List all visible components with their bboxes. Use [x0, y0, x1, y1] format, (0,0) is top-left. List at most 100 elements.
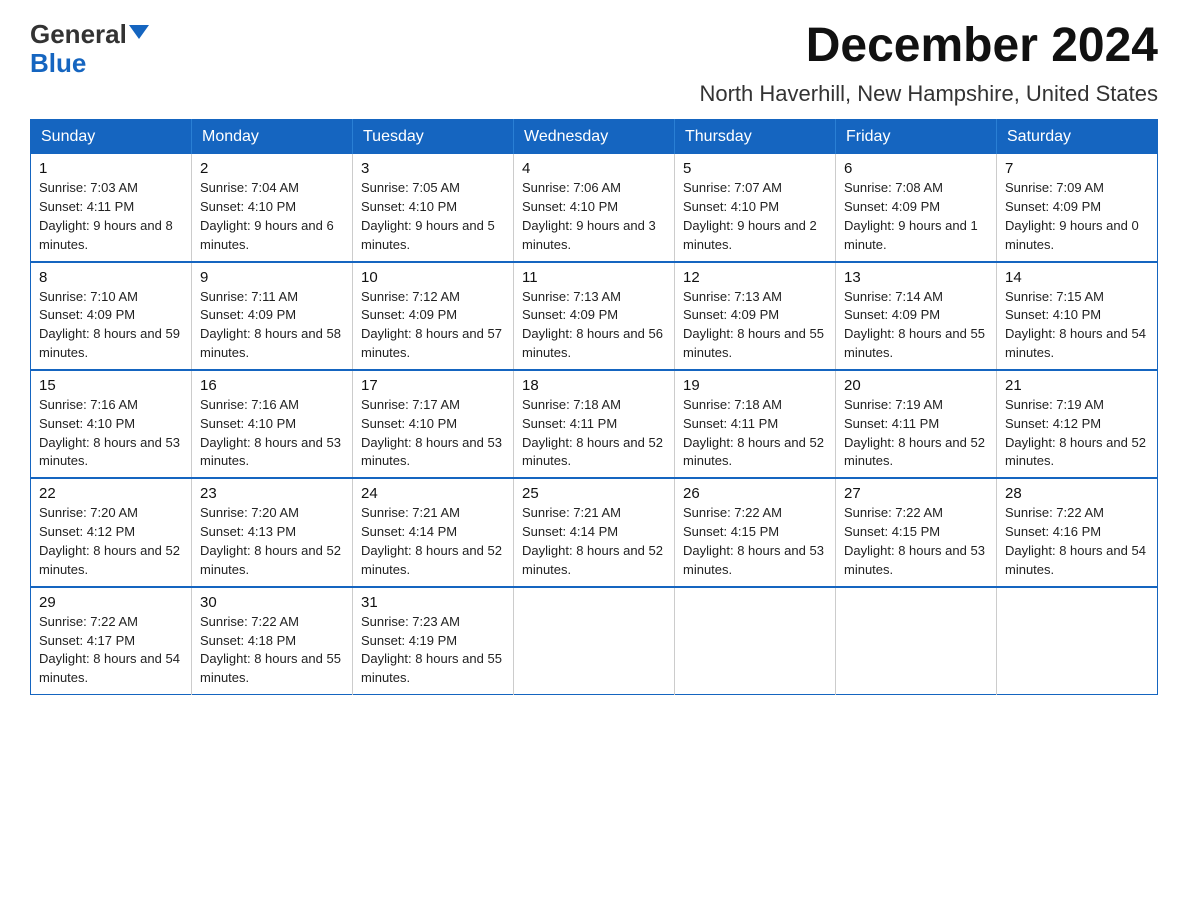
- calendar-week-5: 29 Sunrise: 7:22 AMSunset: 4:17 PMDayligh…: [31, 587, 1158, 695]
- day-info: Sunrise: 7:19 AMSunset: 4:11 PMDaylight:…: [844, 396, 988, 471]
- calendar-table: SundayMondayTuesdayWednesdayThursdayFrid…: [30, 119, 1158, 695]
- day-info: Sunrise: 7:22 AMSunset: 4:18 PMDaylight:…: [200, 613, 344, 688]
- day-number: 1: [39, 160, 183, 177]
- calendar-cell: 14 Sunrise: 7:15 AMSunset: 4:10 PMDayligh…: [997, 262, 1158, 370]
- day-number: 13: [844, 269, 988, 286]
- day-number: 14: [1005, 269, 1149, 286]
- day-info: Sunrise: 7:10 AMSunset: 4:09 PMDaylight:…: [39, 288, 183, 363]
- calendar-cell: 10 Sunrise: 7:12 AMSunset: 4:09 PMDayligh…: [353, 262, 514, 370]
- calendar-cell: [836, 587, 997, 695]
- day-number: 6: [844, 160, 988, 177]
- calendar-cell: 2Sunrise: 7:04 AMSunset: 4:10 PMDaylight…: [192, 154, 353, 261]
- weekday-header-thursday: Thursday: [675, 120, 836, 155]
- weekday-header-wednesday: Wednesday: [514, 120, 675, 155]
- calendar-cell: 18 Sunrise: 7:18 AMSunset: 4:11 PMDayligh…: [514, 370, 675, 478]
- month-title: December 2024: [806, 20, 1158, 73]
- day-number: 8: [39, 269, 183, 286]
- location-title: North Haverhill, New Hampshire, United S…: [30, 81, 1158, 107]
- day-info: Sunrise: 7:05 AMSunset: 4:10 PMDaylight:…: [361, 179, 505, 254]
- day-info: Sunrise: 7:13 AMSunset: 4:09 PMDaylight:…: [522, 288, 666, 363]
- calendar-cell: 31 Sunrise: 7:23 AMSunset: 4:19 PMDayligh…: [353, 587, 514, 695]
- day-info: Sunrise: 7:22 AMSunset: 4:17 PMDaylight:…: [39, 613, 183, 688]
- day-info: Sunrise: 7:20 AMSunset: 4:12 PMDaylight:…: [39, 504, 183, 579]
- logo-triangle-icon: [129, 25, 149, 39]
- day-number: 29: [39, 594, 183, 611]
- day-number: 27: [844, 485, 988, 502]
- calendar-week-3: 15 Sunrise: 7:16 AMSunset: 4:10 PMDayligh…: [31, 370, 1158, 478]
- calendar-cell: 20 Sunrise: 7:19 AMSunset: 4:11 PMDayligh…: [836, 370, 997, 478]
- calendar-cell: 13 Sunrise: 7:14 AMSunset: 4:09 PMDayligh…: [836, 262, 997, 370]
- day-number: 16: [200, 377, 344, 394]
- day-info: Sunrise: 7:06 AMSunset: 4:10 PMDaylight:…: [522, 179, 666, 254]
- day-number: 22: [39, 485, 183, 502]
- day-info: Sunrise: 7:22 AMSunset: 4:15 PMDaylight:…: [683, 504, 827, 579]
- day-number: 5: [683, 160, 827, 177]
- calendar-cell: 7 Sunrise: 7:09 AMSunset: 4:09 PMDaylight…: [997, 154, 1158, 261]
- weekday-header-monday: Monday: [192, 120, 353, 155]
- calendar-cell: 27 Sunrise: 7:22 AMSunset: 4:15 PMDayligh…: [836, 478, 997, 586]
- day-info: Sunrise: 7:20 AMSunset: 4:13 PMDaylight:…: [200, 504, 344, 579]
- calendar-cell: 17Sunrise: 7:17 AMSunset: 4:10 PMDayligh…: [353, 370, 514, 478]
- day-info: Sunrise: 7:16 AMSunset: 4:10 PMDaylight:…: [200, 396, 344, 471]
- calendar-cell: [997, 587, 1158, 695]
- day-info: Sunrise: 7:07 AMSunset: 4:10 PMDaylight:…: [683, 179, 827, 254]
- day-info: Sunrise: 7:14 AMSunset: 4:09 PMDaylight:…: [844, 288, 988, 363]
- day-info: Sunrise: 7:08 AMSunset: 4:09 PMDaylight:…: [844, 179, 988, 254]
- day-number: 10: [361, 269, 505, 286]
- logo: General Blue: [30, 20, 149, 77]
- day-number: 4: [522, 160, 666, 177]
- calendar-cell: 5 Sunrise: 7:07 AMSunset: 4:10 PMDaylight…: [675, 154, 836, 261]
- logo-general-text: General: [30, 20, 127, 49]
- day-info: Sunrise: 7:22 AMSunset: 4:16 PMDaylight:…: [1005, 504, 1149, 579]
- weekday-header-saturday: Saturday: [997, 120, 1158, 155]
- day-number: 28: [1005, 485, 1149, 502]
- day-info: Sunrise: 7:19 AMSunset: 4:12 PMDaylight:…: [1005, 396, 1149, 471]
- calendar-cell: 19Sunrise: 7:18 AMSunset: 4:11 PMDayligh…: [675, 370, 836, 478]
- calendar-cell: [514, 587, 675, 695]
- calendar-week-2: 8 Sunrise: 7:10 AMSunset: 4:09 PMDaylight…: [31, 262, 1158, 370]
- day-number: 11: [522, 269, 666, 286]
- day-info: Sunrise: 7:23 AMSunset: 4:19 PMDaylight:…: [361, 613, 505, 688]
- day-info: Sunrise: 7:18 AMSunset: 4:11 PMDaylight:…: [683, 396, 827, 471]
- day-number: 15: [39, 377, 183, 394]
- day-info: Sunrise: 7:13 AMSunset: 4:09 PMDaylight:…: [683, 288, 827, 363]
- day-number: 20: [844, 377, 988, 394]
- day-info: Sunrise: 7:11 AMSunset: 4:09 PMDaylight:…: [200, 288, 344, 363]
- day-info: Sunrise: 7:03 AMSunset: 4:11 PMDaylight:…: [39, 179, 183, 254]
- day-number: 12: [683, 269, 827, 286]
- day-number: 3: [361, 160, 505, 177]
- day-number: 17: [361, 377, 505, 394]
- day-info: Sunrise: 7:09 AMSunset: 4:09 PMDaylight:…: [1005, 179, 1149, 254]
- calendar-week-4: 22 Sunrise: 7:20 AMSunset: 4:12 PMDayligh…: [31, 478, 1158, 586]
- calendar-cell: 22 Sunrise: 7:20 AMSunset: 4:12 PMDayligh…: [31, 478, 192, 586]
- calendar-week-1: 1 Sunrise: 7:03 AMSunset: 4:11 PMDaylight…: [31, 154, 1158, 261]
- calendar-cell: 8 Sunrise: 7:10 AMSunset: 4:09 PMDaylight…: [31, 262, 192, 370]
- calendar-cell: 1 Sunrise: 7:03 AMSunset: 4:11 PMDaylight…: [31, 154, 192, 261]
- logo-blue-text: Blue: [30, 49, 86, 78]
- calendar-cell: 24Sunrise: 7:21 AMSunset: 4:14 PMDayligh…: [353, 478, 514, 586]
- calendar-cell: 3 Sunrise: 7:05 AMSunset: 4:10 PMDaylight…: [353, 154, 514, 261]
- calendar-cell: 6 Sunrise: 7:08 AMSunset: 4:09 PMDaylight…: [836, 154, 997, 261]
- day-info: Sunrise: 7:12 AMSunset: 4:09 PMDaylight:…: [361, 288, 505, 363]
- day-info: Sunrise: 7:21 AMSunset: 4:14 PMDaylight:…: [522, 504, 666, 579]
- day-info: Sunrise: 7:18 AMSunset: 4:11 PMDaylight:…: [522, 396, 666, 471]
- calendar-cell: 21Sunrise: 7:19 AMSunset: 4:12 PMDayligh…: [997, 370, 1158, 478]
- day-number: 18: [522, 377, 666, 394]
- day-number: 31: [361, 594, 505, 611]
- day-info: Sunrise: 7:15 AMSunset: 4:10 PMDaylight:…: [1005, 288, 1149, 363]
- day-info: Sunrise: 7:22 AMSunset: 4:15 PMDaylight:…: [844, 504, 988, 579]
- calendar-cell: 12 Sunrise: 7:13 AMSunset: 4:09 PMDayligh…: [675, 262, 836, 370]
- day-info: Sunrise: 7:16 AMSunset: 4:10 PMDaylight:…: [39, 396, 183, 471]
- day-number: 30: [200, 594, 344, 611]
- page-header: General Blue December 2024: [30, 20, 1158, 77]
- weekday-header-friday: Friday: [836, 120, 997, 155]
- calendar-cell: [675, 587, 836, 695]
- calendar-cell: 9 Sunrise: 7:11 AMSunset: 4:09 PMDaylight…: [192, 262, 353, 370]
- calendar-cell: 28 Sunrise: 7:22 AMSunset: 4:16 PMDayligh…: [997, 478, 1158, 586]
- calendar-cell: 11 Sunrise: 7:13 AMSunset: 4:09 PMDayligh…: [514, 262, 675, 370]
- day-number: 7: [1005, 160, 1149, 177]
- weekday-header-sunday: Sunday: [31, 120, 192, 155]
- day-number: 26: [683, 485, 827, 502]
- day-info: Sunrise: 7:04 AMSunset: 4:10 PMDaylight:…: [200, 179, 344, 254]
- day-number: 9: [200, 269, 344, 286]
